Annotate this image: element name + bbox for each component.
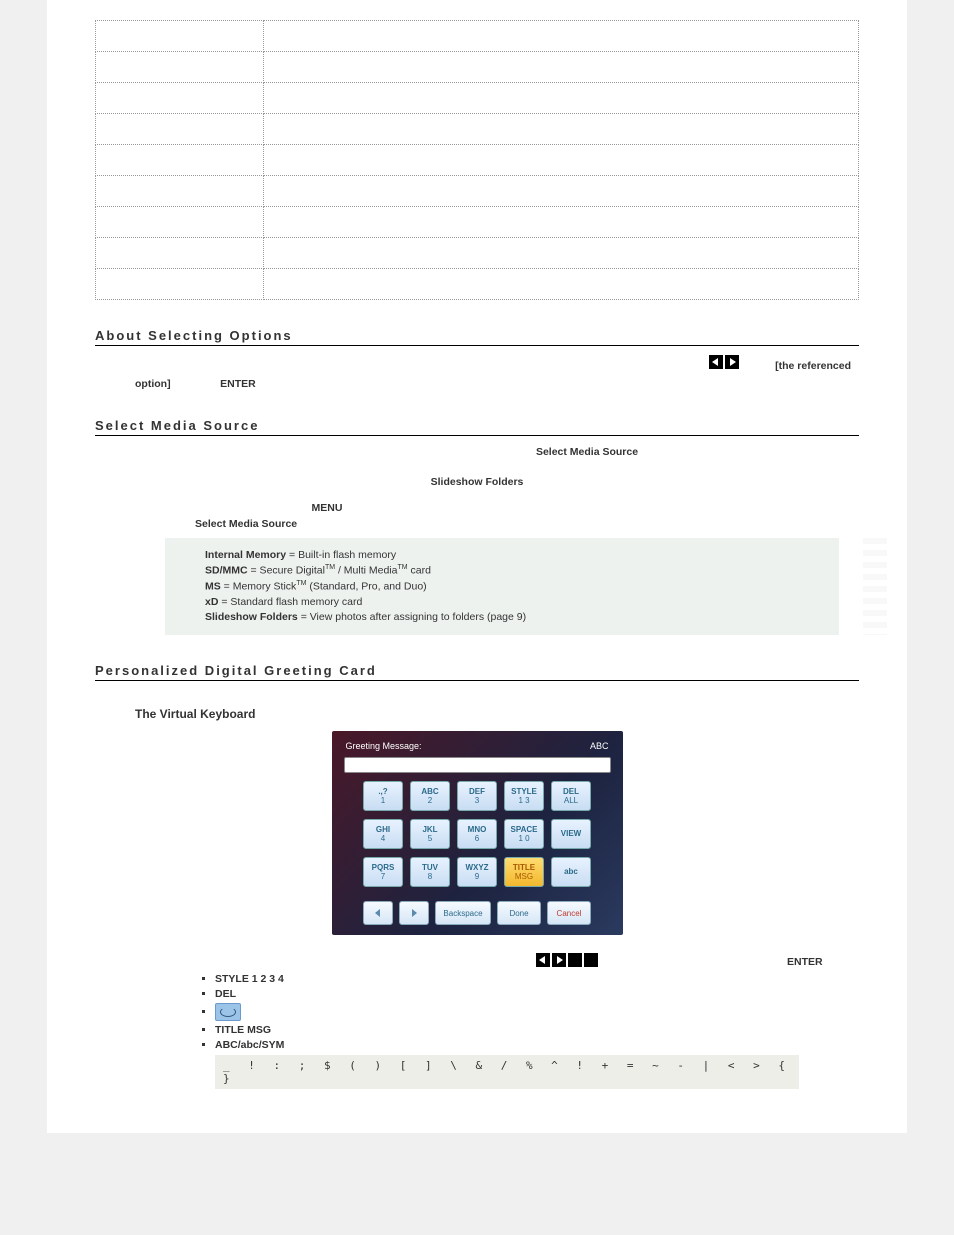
symbol-row: _ ! : ; $ ( ) [ ] \ & / % ^ ! + = ~ - | … <box>215 1055 799 1089</box>
vk-input <box>344 757 611 773</box>
vk-done: Done <box>497 901 541 925</box>
vk-key: JKL5 <box>410 819 450 849</box>
vk-key: WXYZ9 <box>457 857 497 887</box>
vk-cancel: Cancel <box>547 901 591 925</box>
bullet-loop <box>215 1003 859 1021</box>
vk-key: STYLE1 3 <box>504 781 544 811</box>
bullet-title: TITLE MSG <box>215 1024 859 1036</box>
bullet-abc: ABC/abc/SYM <box>215 1039 859 1051</box>
vk-key: TUV8 <box>410 857 450 887</box>
heading-pdg: Personalized Digital Greeting Card <box>95 663 859 681</box>
keyboard-bullet-list: ENTER STYLE 1 2 3 4 DEL TITLE MSG ABC/ab… <box>215 953 859 1051</box>
virtual-keyboard-heading: The Virtual Keyboard <box>135 707 859 721</box>
select-media-source-label: Select Media Source <box>195 518 859 530</box>
loop-icon <box>215 1003 241 1021</box>
about-line1: [the referenced <box>95 354 859 378</box>
slideshow-folders-label: Slideshow Folders <box>95 476 859 488</box>
vk-key: GHI4 <box>363 819 403 849</box>
menu-label: MENU <box>95 502 859 514</box>
vk-key: abc <box>551 857 591 887</box>
media-source-note: Internal Memory = Built-in flash memory … <box>165 538 839 635</box>
left-right-icons <box>708 354 740 378</box>
reference-table <box>95 20 859 300</box>
vk-key: DELALL <box>551 781 591 811</box>
virtual-keyboard-image: Greeting Message: ABC .,?1ABC2DEF3STYLE1… <box>332 731 623 935</box>
bullet-del: DEL <box>215 988 859 1000</box>
vk-left-icon <box>363 901 393 925</box>
dpad-icons <box>535 953 599 970</box>
sms-bold: Select Media Source <box>95 446 859 458</box>
vk-key: ABC2 <box>410 781 450 811</box>
vk-key: TITLEMSG <box>504 857 544 887</box>
vk-key: MNO6 <box>457 819 497 849</box>
heading-about: About Selecting Options <box>95 328 859 346</box>
vk-key: DEF3 <box>457 781 497 811</box>
vk-mode-label: ABC <box>590 741 609 751</box>
about-line2: option] ENTER <box>135 378 859 390</box>
vk-key: PQRS7 <box>363 857 403 887</box>
bullet-arrows: ENTER <box>215 953 859 970</box>
vk-key: .,?1 <box>363 781 403 811</box>
heading-sms: Select Media Source <box>95 418 859 436</box>
vk-greeting-label: Greeting Message: <box>346 741 422 751</box>
bullet-style: STYLE 1 2 3 4 <box>215 973 859 985</box>
vk-key: SPACE1 0 <box>504 819 544 849</box>
vk-right-icon <box>399 901 429 925</box>
vk-backspace: Backspace <box>435 901 491 925</box>
vk-key: VIEW <box>551 819 591 849</box>
